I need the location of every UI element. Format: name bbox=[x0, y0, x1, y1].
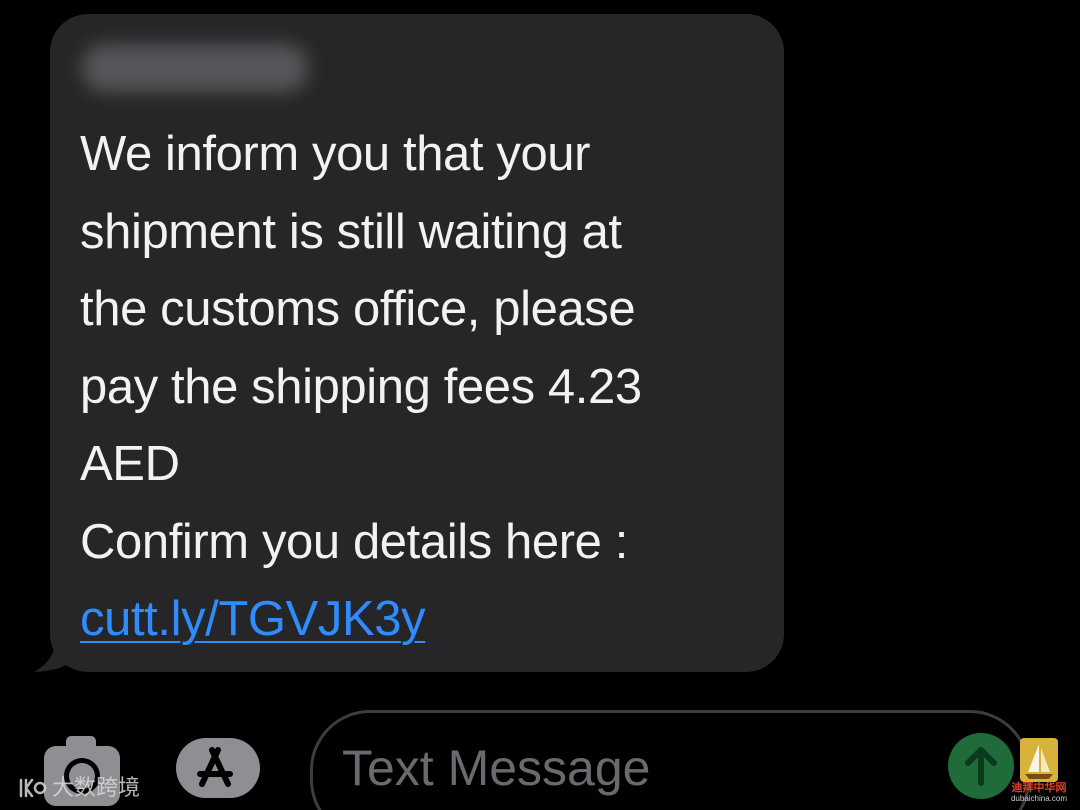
messages-screen: We inform you that your shipment is stil… bbox=[0, 0, 1080, 810]
message-input-placeholder: Text Message bbox=[342, 740, 651, 796]
message-line: Confirm you details here : bbox=[80, 514, 628, 569]
sender-name-blurred bbox=[82, 44, 308, 92]
arrow-up-icon bbox=[965, 747, 997, 786]
message-line: pay the shipping fees 4.23 bbox=[80, 359, 642, 414]
message-line: AED bbox=[80, 437, 180, 491]
watermark-left-text: 大数跨境 bbox=[52, 775, 141, 801]
apps-button[interactable] bbox=[172, 736, 272, 800]
watermark-right: 迪拜中华网 dubaichina.com bbox=[1006, 736, 1072, 804]
app-store-icon bbox=[176, 738, 260, 798]
watermark-logo-icon bbox=[19, 778, 47, 798]
message-line: shipment is still waiting at bbox=[80, 204, 622, 259]
watermark-right-name: 迪拜中华网 bbox=[1011, 782, 1067, 794]
message-text: We inform you that your shipment is stil… bbox=[80, 116, 770, 659]
watermark-sailboat-icon bbox=[1020, 738, 1058, 782]
send-button[interactable] bbox=[948, 733, 1014, 799]
watermark-left: 大数跨境 bbox=[18, 770, 140, 804]
message-link[interactable]: cutt.ly/TGVJK3y bbox=[80, 581, 770, 659]
message-line: the customs office, please bbox=[80, 282, 636, 336]
message-line: We inform you that your bbox=[80, 127, 591, 181]
watermark-right-url: dubaichina.com bbox=[1010, 794, 1068, 803]
